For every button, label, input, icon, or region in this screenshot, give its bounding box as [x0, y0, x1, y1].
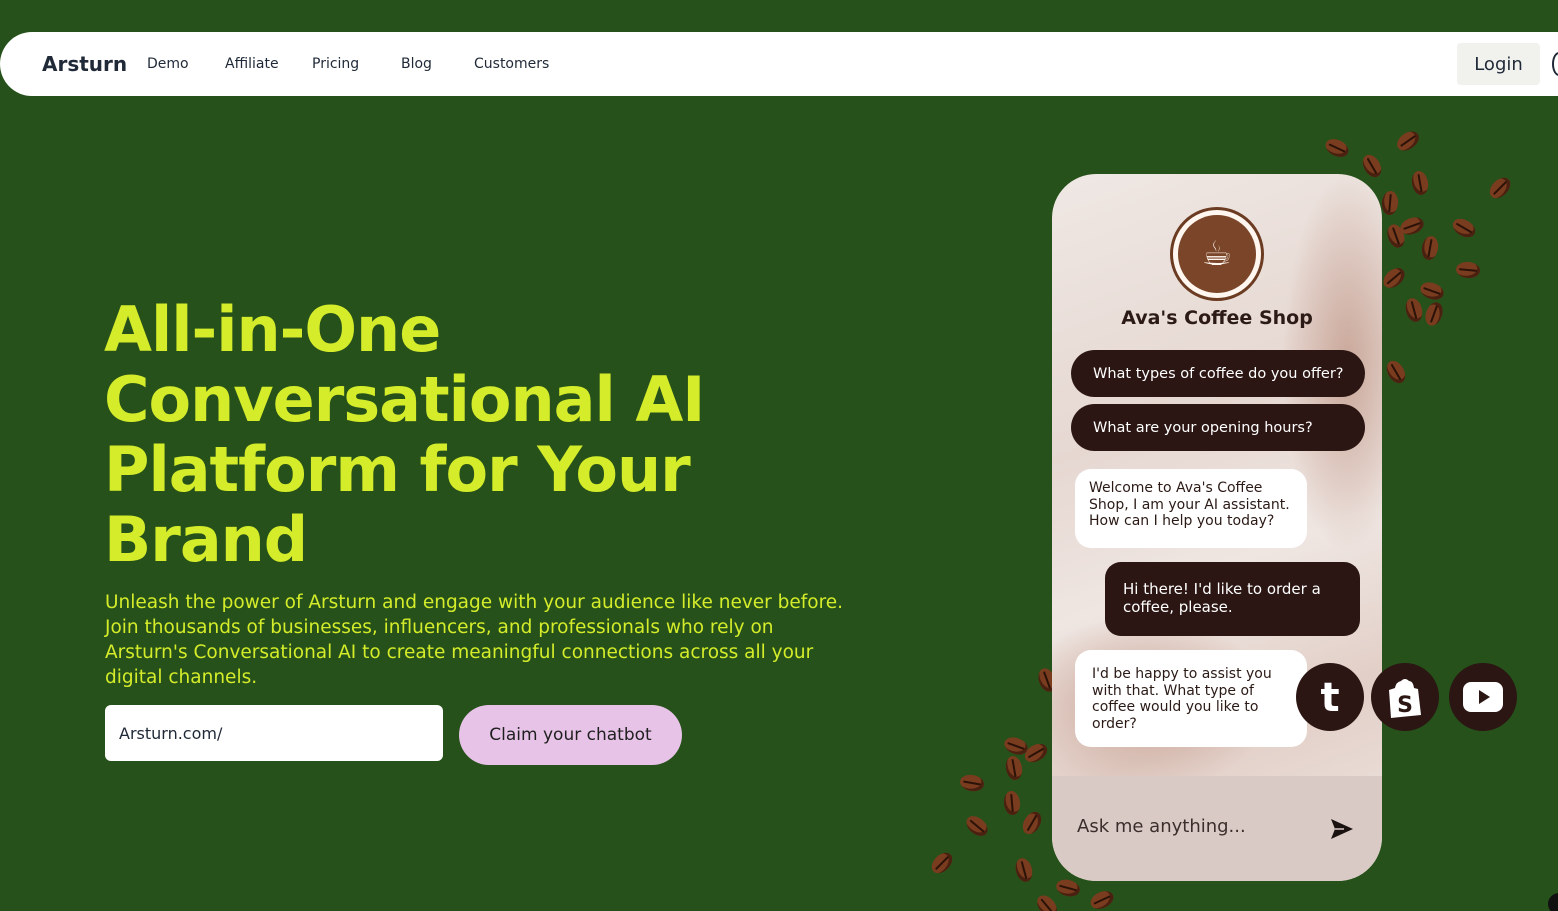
- send-icon[interactable]: [1330, 818, 1354, 840]
- login-button[interactable]: Login: [1457, 43, 1540, 85]
- claim-chatbot-button[interactable]: Claim your chatbot: [459, 705, 682, 765]
- chatbot-preview: ☕ Ava's Coffee Shop What types of coffee…: [1052, 174, 1382, 881]
- hero-subtitle: Unleash the power of Arsturn and engage …: [105, 592, 844, 688]
- brand-logo[interactable]: Arsturn: [42, 52, 127, 76]
- chat-composer: Ask me anything...: [1052, 776, 1382, 881]
- hero-title: All-in-One Conversational AI Platform fo…: [104, 293, 705, 576]
- shop-name: Ava's Coffee Shop: [1121, 307, 1313, 329]
- chatbot-url-input[interactable]: [105, 705, 443, 761]
- nav-link-demo[interactable]: Demo: [147, 56, 189, 72]
- nav-link-customers[interactable]: Customers: [474, 56, 549, 72]
- shopify-icon[interactable]: S: [1371, 663, 1439, 731]
- bot-message: I'd be happy to assist you with that. Wh…: [1075, 650, 1307, 747]
- user-menu-icon[interactable]: [1552, 52, 1558, 76]
- chat-input[interactable]: Ask me anything...: [1077, 816, 1246, 837]
- youtube-icon[interactable]: [1449, 663, 1517, 731]
- quick-reply-coffee-types[interactable]: What types of coffee do you offer?: [1071, 350, 1365, 397]
- coffee-cup-icon: ☕: [1178, 215, 1256, 293]
- nav-link-pricing[interactable]: Pricing: [312, 56, 359, 72]
- nav-link-blog[interactable]: Blog: [401, 56, 432, 72]
- scroll-indicator: [1548, 893, 1558, 911]
- nav-link-affiliate[interactable]: Affiliate: [225, 56, 279, 72]
- coffee-shop-logo: ☕: [1170, 207, 1264, 301]
- svg-text:S: S: [1397, 693, 1413, 718]
- quick-reply-opening-hours[interactable]: What are your opening hours?: [1071, 404, 1365, 451]
- svg-text:t: t: [1320, 677, 1339, 717]
- bot-message: Welcome to Ava's Coffee Shop, I am your …: [1075, 469, 1307, 548]
- top-navbar: Arsturn Demo Affiliate Pricing Blog Cust…: [0, 32, 1558, 96]
- user-message: Hi there! I'd like to order a coffee, pl…: [1105, 562, 1360, 636]
- tumblr-icon[interactable]: t: [1296, 663, 1364, 731]
